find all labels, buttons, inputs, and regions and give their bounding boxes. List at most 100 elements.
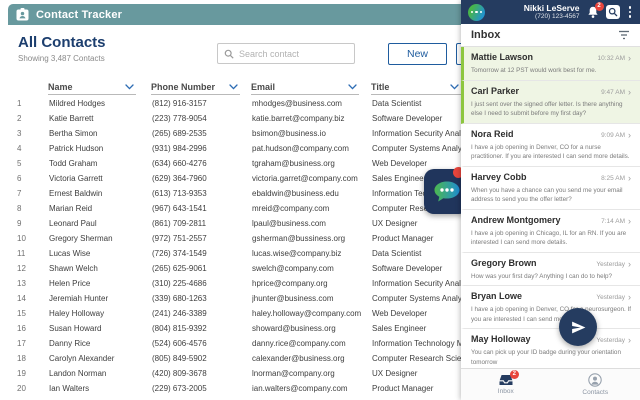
chevron-down-icon[interactable] xyxy=(125,84,134,90)
cell-name: Marian Reid xyxy=(49,201,148,216)
message-item[interactable]: Harvey Cobb8:25 AM›When you have a chanc… xyxy=(461,167,640,210)
table-row[interactable]: 6Victoria Garrett(629) 364-7960victoria.… xyxy=(0,171,461,186)
message-snippet: How was your first day? Anything I can d… xyxy=(471,272,631,282)
column-header-email[interactable]: Email xyxy=(251,79,359,95)
message-item[interactable]: Nora Reid9:09 AM›I have a job opening in… xyxy=(461,124,640,167)
cell-phone: (967) 643-1541 xyxy=(152,201,248,216)
account-info: Nikki LeServe (720) 123-4567 xyxy=(524,4,580,21)
chevron-down-icon[interactable] xyxy=(450,84,459,90)
cell-phone: (629) 364-7960 xyxy=(152,171,248,186)
cell-title: Information Security Analyst xyxy=(372,126,461,141)
column-label: Title xyxy=(371,82,389,92)
cell-phone: (420) 809-3678 xyxy=(152,366,248,381)
message-snippet: When you have a chance can you send me y… xyxy=(471,186,631,205)
search-icon xyxy=(224,49,234,59)
table-row[interactable]: 20Ian Walters(229) 673-2005ian.walters@c… xyxy=(0,381,461,396)
table-row[interactable]: 1Mildred Hodges(812) 916-3157mhodges@bus… xyxy=(0,96,461,111)
search-messages-button[interactable] xyxy=(606,5,620,19)
cell-email: lpaul@business.com xyxy=(252,216,370,231)
cell-name: Todd Graham xyxy=(49,156,148,171)
table-row[interactable]: 11Lucas Wise(726) 374-1549lucas.wise@com… xyxy=(0,246,461,261)
column-header-name[interactable]: Name xyxy=(48,79,136,95)
message-time: 9:09 AM xyxy=(601,132,625,139)
message-sender: Mattie Lawson xyxy=(471,52,533,62)
chat-widget-button[interactable] xyxy=(424,169,461,214)
message-snippet: Tomorrow at 12 PST would work best for m… xyxy=(471,66,631,76)
cell-email: danny.rice@company.com xyxy=(252,336,370,351)
cell-num: 4 xyxy=(17,141,35,156)
cell-name: Landon Norman xyxy=(49,366,148,381)
table-row[interactable]: 2Katie Barrett(223) 778-9054katie.barret… xyxy=(0,111,461,126)
tab-contacts[interactable]: Contacts xyxy=(551,369,640,400)
table-row[interactable]: 7Ernest Baldwin(613) 713-9353ebaldwin@bu… xyxy=(0,186,461,201)
cell-num: 19 xyxy=(17,366,35,381)
cell-name: Ernest Baldwin xyxy=(49,186,148,201)
chevron-down-icon[interactable] xyxy=(348,84,357,90)
send-message-button[interactable] xyxy=(559,308,597,346)
table-row[interactable]: 19 Landon Norman (420) 809-3678 lnorman@com… xyxy=(0,366,461,381)
search-contact-input[interactable] xyxy=(239,49,348,59)
menu-kebab-button[interactable] xyxy=(627,6,634,18)
cell-title: Data Scientist xyxy=(372,96,461,111)
inbox-header: Inbox xyxy=(461,24,640,47)
cell-name: Jeremiah Hunter xyxy=(49,291,148,306)
cell-name: Ian Walters xyxy=(49,381,148,396)
table-row[interactable]: 4Patrick Hudson(931) 984-2996pat.hudson@… xyxy=(0,141,461,156)
new-contact-button[interactable]: New xyxy=(388,43,447,65)
message-snippet: I have a job opening in Denver, CO for a… xyxy=(471,143,631,162)
cell-num: 12 xyxy=(17,261,35,276)
message-list: Mattie Lawson 10:32 AM › Tomorrow at 12 PST… xyxy=(461,47,640,368)
cell-phone: (804) 815-9392 xyxy=(152,321,248,336)
inbox-tab-badge: 2 xyxy=(510,370,519,379)
column-header-title[interactable]: Title xyxy=(371,79,461,95)
column-label: Email xyxy=(251,82,275,92)
cell-name: Haley Holloway xyxy=(49,306,148,321)
cell-phone: (972) 751-2557 xyxy=(152,231,248,246)
table-row[interactable]: 10Gregory Sherman(972) 751-2557gsherman@… xyxy=(0,231,461,246)
table-row[interactable]: 9Leonard Paul(861) 709-2811lpaul@busines… xyxy=(0,216,461,231)
app-title: Contact Tracker xyxy=(36,9,122,21)
table-row[interactable]: 16Susan Howard(804) 815-9392showard@busi… xyxy=(0,321,461,336)
cell-name: Bertha Simon xyxy=(49,126,148,141)
cell-email: gsherman@bussiness.org xyxy=(252,231,370,246)
cell-num: 3 xyxy=(17,126,35,141)
table-row[interactable]: 13Helen Price(310) 225-4686hprice@compan… xyxy=(0,276,461,291)
table-row[interactable]: 5Todd Graham(634) 660-4276tgraham@busine… xyxy=(0,156,461,171)
chevron-down-icon[interactable] xyxy=(229,84,238,90)
message-item[interactable]: Mattie Lawson10:32 AM›Tomorrow at 12 PST… xyxy=(461,47,640,81)
contacts-person-icon xyxy=(588,373,602,387)
message-time: Yesterday xyxy=(596,337,625,344)
table-row[interactable]: 17Danny Rice(524) 606-4576danny.rice@com… xyxy=(0,336,461,351)
message-item[interactable]: Carl Parker9:47 AM›I just sent over the … xyxy=(461,81,640,124)
table-row[interactable]: 15Haley Holloway(241) 246-3389haley.holl… xyxy=(0,306,461,321)
cell-num: 10 xyxy=(17,231,35,246)
cell-email: lucas.wise@company.biz xyxy=(252,246,370,261)
table-row[interactable]: 8Marian Reid(967) 643-1541mreid@company.… xyxy=(0,201,461,216)
chevron-right-icon: › xyxy=(628,131,631,140)
message-time: 10:32 AM xyxy=(598,55,625,62)
column-label: Phone Number xyxy=(151,82,215,92)
message-item[interactable]: Bryan LoweYesterday›I have a job opening… xyxy=(461,286,640,329)
cell-email: mreid@company.com xyxy=(252,201,370,216)
cell-title: Web Developer xyxy=(372,306,461,321)
cell-email: jhunter@business.com xyxy=(252,291,370,306)
table-row[interactable]: 18Carolyn Alexander(805) 849-5902calexan… xyxy=(0,351,461,366)
message-sender: May Holloway xyxy=(471,334,531,344)
tab-inbox[interactable]: 2 Inbox xyxy=(461,369,551,400)
tab-label: Contacts xyxy=(582,389,608,396)
message-item[interactable]: May HollowayYesterday›You can pick up yo… xyxy=(461,329,640,368)
column-header-phone[interactable]: Phone Number xyxy=(151,79,240,95)
cell-num: 16 xyxy=(17,321,35,336)
table-row[interactable]: 12Shawn Welch(265) 625-9061swelch@compan… xyxy=(0,261,461,276)
table-row[interactable]: 3Bertha Simon(265) 689-2535bsimon@busine… xyxy=(0,126,461,141)
filter-button[interactable] xyxy=(618,30,630,40)
message-time: Yesterday xyxy=(596,261,625,268)
cell-phone: (265) 625-9061 xyxy=(152,261,248,276)
notifications-button[interactable]: 2 xyxy=(587,6,599,19)
table-row[interactable]: 14Jeremiah Hunter(339) 680-1263jhunter@b… xyxy=(0,291,461,306)
message-item[interactable]: Andrew Montgomery7:14 AM›I have a job op… xyxy=(461,210,640,253)
search-contact-box[interactable] xyxy=(217,43,355,64)
cell-phone: (310) 225-4686 xyxy=(152,276,248,291)
cell-email: lnorman@company.org xyxy=(252,366,370,381)
message-item[interactable]: Gregory BrownYesterday›How was your firs… xyxy=(461,253,640,287)
